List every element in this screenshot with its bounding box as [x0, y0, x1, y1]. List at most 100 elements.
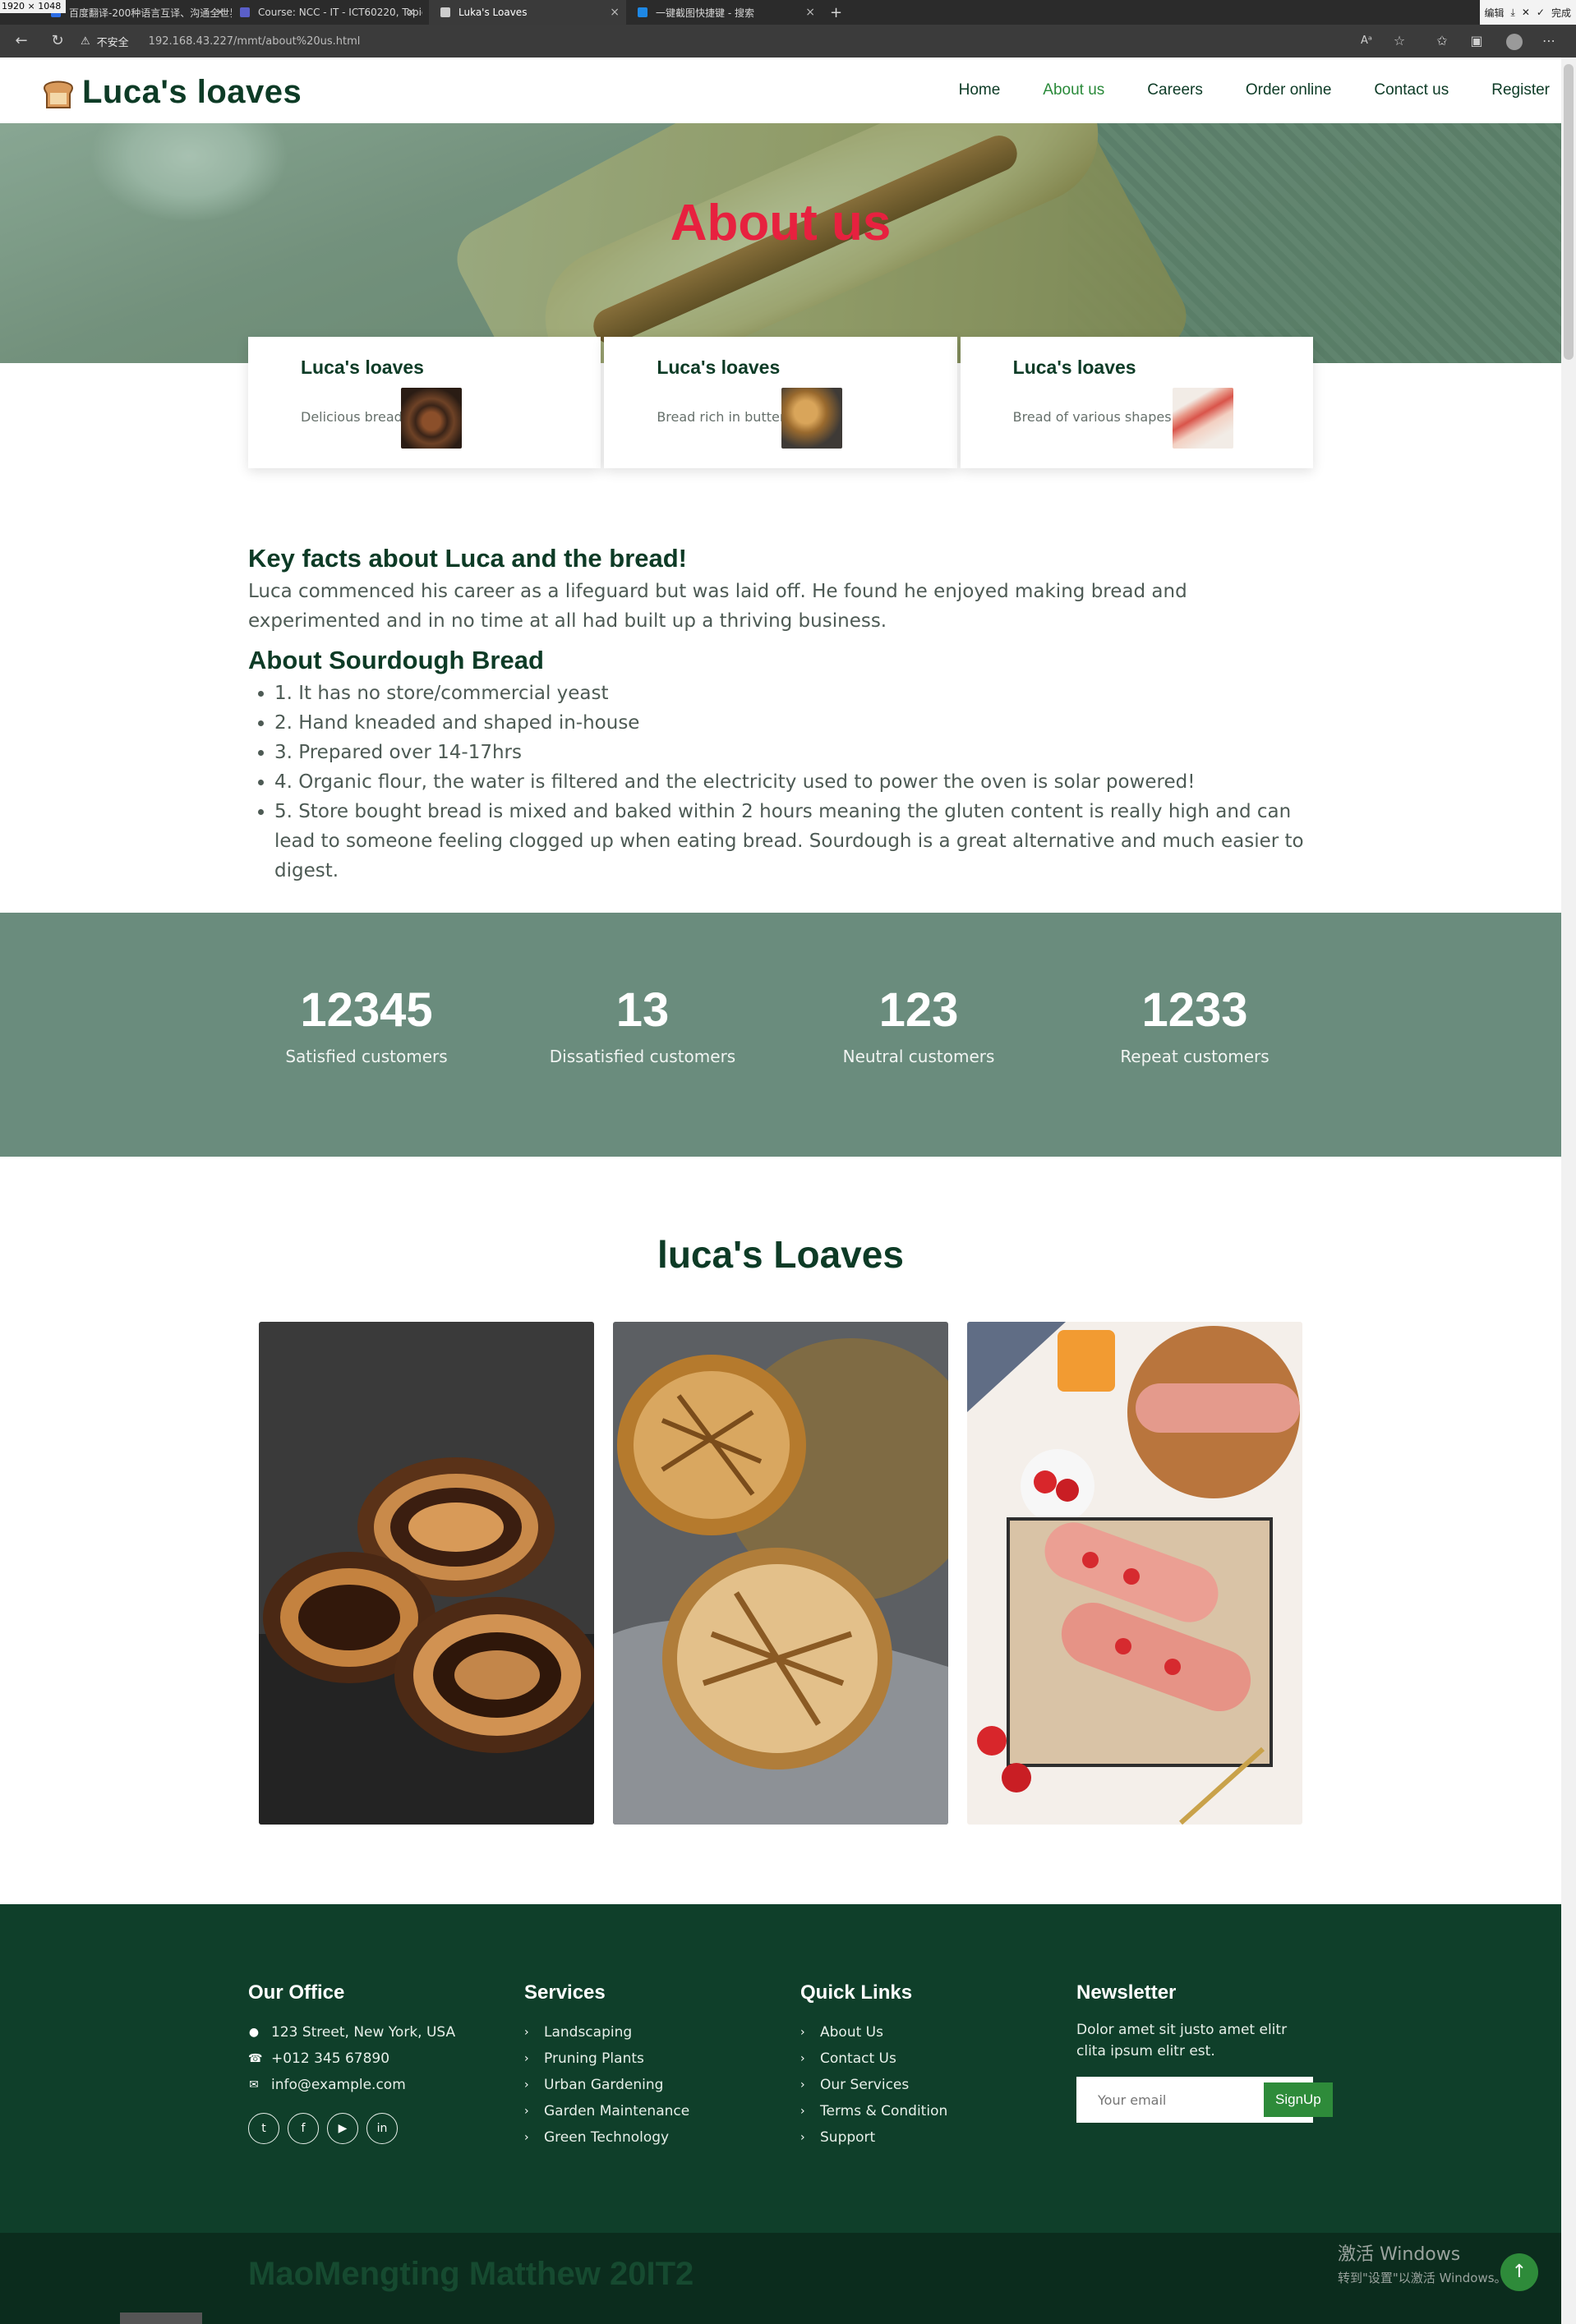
- copyright-bar: MaoMengting Matthew 20IT2: [0, 2233, 1561, 2324]
- nav-contact-us[interactable]: Contact us: [1374, 81, 1449, 99]
- more-menu-icon[interactable]: ⋯: [1535, 25, 1563, 58]
- signup-button[interactable]: SignUp: [1264, 2082, 1333, 2117]
- stat-block: 1233 Repeat customers: [1057, 986, 1333, 1067]
- browser-tab[interactable]: 一键截图快捷键 - 搜索 ×: [633, 0, 822, 25]
- back-arrow-icon[interactable]: ←: [5, 25, 38, 58]
- strawberry-bread-thumbnail: [1172, 388, 1233, 449]
- footer-heading: Newsletter: [1076, 1981, 1177, 2004]
- card-title: Luca's loaves: [657, 357, 781, 378]
- read-aloud-icon[interactable]: Aᵃ: [1353, 25, 1380, 58]
- link-text: Terms & Condition: [820, 2103, 948, 2119]
- footer-link[interactable]: › Urban Gardening: [524, 2072, 771, 2098]
- feature-card: Luca's loaves Delicious bread: [248, 337, 601, 468]
- chevron-right-icon: ›: [800, 2105, 805, 2118]
- stat-block: 12345 Satisfied customers: [228, 986, 505, 1067]
- twitter-icon[interactable]: t: [248, 2113, 279, 2144]
- browser-tab[interactable]: Course: NCC - IT - ICT60220, Topic... ×: [240, 0, 422, 25]
- office-phone: ☎ +012 345 67890: [248, 2046, 495, 2072]
- footer-link[interactable]: › Garden Maintenance: [524, 2098, 771, 2124]
- chevron-right-icon: ›: [800, 2131, 805, 2144]
- link-text: Contact Us: [820, 2050, 896, 2067]
- chevron-right-icon: ›: [800, 2078, 805, 2092]
- footer-link[interactable]: › Landscaping: [524, 2019, 771, 2046]
- footer-heading: Services: [524, 1981, 606, 2004]
- footer-office: Our Office ● 123 Street, New York, USA ☎…: [248, 1981, 495, 2144]
- download-icon[interactable]: ⤓: [1511, 7, 1515, 19]
- link-text: Green Technology: [544, 2129, 670, 2146]
- card-title: Luca's loaves: [1012, 357, 1136, 378]
- tab-favicon-icon: [440, 7, 450, 17]
- gallery-image-croissants[interactable]: [259, 1322, 594, 1825]
- footer-services: Services › Landscaping › Pruning Plants › U…: [524, 1981, 771, 2151]
- url-field[interactable]: ⚠ 不安全 192.168.43.227/mmt/about%20us.html: [81, 30, 1428, 52]
- nav-register[interactable]: Register: [1491, 81, 1550, 99]
- phone-text: +012 345 67890: [271, 2050, 390, 2067]
- footer-link[interactable]: › Green Technology: [524, 2124, 771, 2151]
- office-address: ● 123 Street, New York, USA: [248, 2019, 495, 2046]
- add-favorite-icon[interactable]: ☆: [1385, 25, 1413, 58]
- check-icon[interactable]: ✓: [1537, 7, 1545, 18]
- done-button[interactable]: 完成: [1551, 6, 1571, 20]
- linkedin-icon[interactable]: in: [366, 2113, 398, 2144]
- close-icon[interactable]: ✕: [1522, 7, 1530, 18]
- link-text: Pruning Plants: [544, 2050, 644, 2067]
- tab-title: Course: NCC - IT - ICT60220, Topic...: [258, 7, 422, 18]
- collections-icon[interactable]: ▣: [1463, 25, 1491, 58]
- card-description: Bread of various shapes: [1012, 409, 1172, 425]
- gallery-image-strawberry-bread[interactable]: [967, 1322, 1302, 1825]
- footer-link[interactable]: › Pruning Plants: [524, 2046, 771, 2072]
- horizontal-scrollbar-thumb[interactable]: [120, 2312, 202, 2324]
- tab-close-icon[interactable]: ×: [215, 6, 225, 19]
- nav-order-online[interactable]: Order online: [1246, 81, 1332, 99]
- footer-link[interactable]: › Terms & Condition: [800, 2098, 1047, 2124]
- card-description: Bread rich in butter: [657, 409, 786, 425]
- tab-close-icon[interactable]: ×: [610, 6, 620, 19]
- profile-avatar-icon[interactable]: [1500, 25, 1528, 58]
- footer-link[interactable]: › About Us: [800, 2019, 1047, 2046]
- link-text: Support: [820, 2129, 876, 2146]
- footer-link[interactable]: › Support: [800, 2124, 1047, 2151]
- phone-icon: ☎: [248, 2052, 263, 2065]
- tab-close-icon[interactable]: ×: [406, 6, 416, 19]
- favorites-icon[interactable]: ✩: [1428, 25, 1456, 58]
- vertical-scrollbar[interactable]: [1561, 58, 1576, 2324]
- tab-title: Luka's Loaves: [459, 7, 528, 18]
- reload-icon[interactable]: ↻: [41, 25, 74, 58]
- nav-about-us[interactable]: About us: [1043, 81, 1104, 99]
- browser-tab[interactable]: 百度翻译-200种语言互译、沟通全世界！ ×: [51, 0, 232, 25]
- card-title: Luca's loaves: [301, 357, 424, 378]
- sourdough-list: 1. It has no store/commercial yeast 2. H…: [248, 679, 1316, 886]
- back-to-top-button[interactable]: ↑: [1500, 2253, 1538, 2291]
- feature-card: Luca's loaves Bread rich in butter: [604, 337, 957, 468]
- new-tab-button[interactable]: +: [830, 0, 850, 25]
- newsletter-email-input[interactable]: [1096, 2091, 1264, 2109]
- site-logo[interactable]: Luca's loaves: [39, 71, 302, 113]
- tab-favicon-icon: [638, 7, 647, 17]
- nav-careers[interactable]: Careers: [1147, 81, 1203, 99]
- tab-title: 一键截图快捷键 - 搜索: [656, 7, 754, 19]
- key-facts-section: Key facts about Luca and the bread! Luca…: [248, 544, 1316, 886]
- facebook-icon[interactable]: f: [288, 2113, 319, 2144]
- footer-link[interactable]: › Contact Us: [800, 2046, 1047, 2072]
- link-text: About Us: [820, 2024, 883, 2041]
- link-text: Garden Maintenance: [544, 2103, 690, 2119]
- newsletter-text: Dolor amet sit justo amet elitr clita ip…: [1076, 2022, 1288, 2059]
- resolution-badge: 1920 × 1048: [0, 0, 66, 13]
- tab-close-icon[interactable]: ×: [805, 6, 815, 19]
- stat-label: Neutral customers: [842, 1047, 995, 1066]
- link-text: Urban Gardening: [544, 2077, 664, 2093]
- youtube-icon[interactable]: ▶: [327, 2113, 358, 2144]
- copyright-text: MaoMengting Matthew 20IT2: [248, 2256, 694, 2292]
- gallery-image-sourdough[interactable]: [613, 1322, 948, 1825]
- footer-link[interactable]: › Our Services: [800, 2072, 1047, 2098]
- stat-number: 123: [878, 983, 959, 1037]
- key-facts-heading: Key facts about Luca and the bread!: [248, 544, 687, 573]
- list-item: 2. Hand kneaded and shaped in-house: [274, 708, 1316, 738]
- nav-home[interactable]: Home: [959, 81, 1001, 99]
- scrollbar-thumb[interactable]: [1564, 64, 1574, 360]
- insecure-indicator[interactable]: ⚠ 不安全: [81, 34, 129, 49]
- browser-tab-active[interactable]: Luka's Loaves ×: [429, 0, 626, 25]
- edit-button[interactable]: 编辑: [1485, 6, 1505, 20]
- key-facts-paragraph: Luca commenced his career as a lifeguard…: [248, 581, 1187, 632]
- footer-heading: Quick Links: [800, 1981, 913, 2004]
